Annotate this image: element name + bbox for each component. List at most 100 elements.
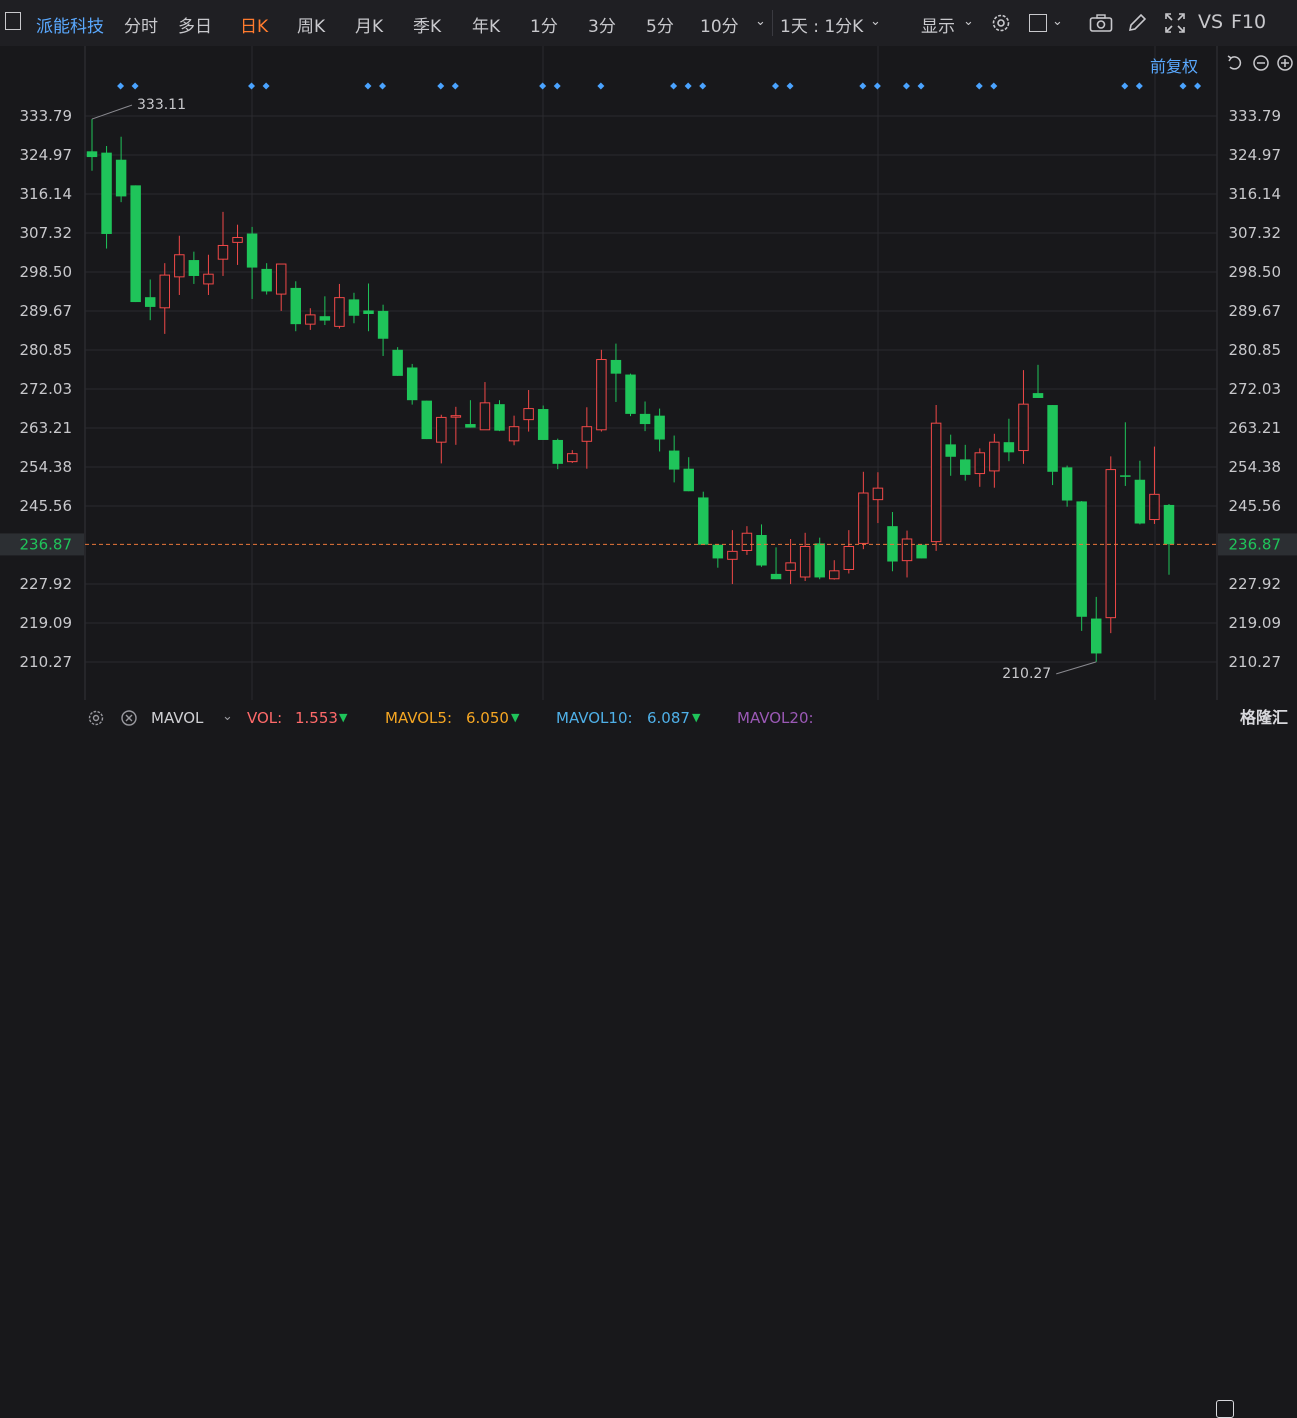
candle-body-down [1134,479,1146,524]
candle-body-down [625,374,636,414]
candle-body-up [203,273,214,285]
ma5-label: MAVOL5: [385,709,453,727]
chevron-down-icon[interactable]: ⌄ [963,14,974,29]
close-icon[interactable] [120,709,138,727]
chart-toolbar: 派能科技 分时 多日 日K 周K 月K 季K 年K 1分 3分 5分 10分 ⌄… [0,0,1297,47]
candle-body-down [1061,467,1073,501]
candle-body-down [246,233,258,268]
candle-body-up [479,402,491,431]
y-tick-label-left: 324.97 [20,146,73,164]
arrow-down-icon: ▼ [692,711,701,724]
candle-body-up [974,452,986,475]
candle-body-down [290,287,301,325]
vol-value: 1.553 [295,709,338,727]
y-tick-label-left: 254.38 [20,458,73,476]
candle-body-down [1163,504,1175,545]
ma10-value: 6.087 [647,709,690,727]
y-tick-label-left: 245.56 [20,497,73,515]
candle-body-up [1018,403,1029,452]
candle-body-down [494,404,505,431]
candle-body-down [1047,405,1058,472]
square-icon[interactable] [1029,14,1047,32]
max-price-label: 333.11 [137,97,186,113]
candle-body-up [1105,469,1117,619]
candle-body-down [188,260,200,276]
tab-10min[interactable]: 10分 [700,12,739,37]
fullscreen-icon[interactable] [1164,12,1186,34]
tab-3min[interactable]: 3分 [588,12,616,37]
tab-monthly-k[interactable]: 月K [355,12,383,37]
arrow-down-icon: ▼ [511,711,520,724]
tab-daily-k[interactable]: 日K [240,12,268,37]
candle-body-down [101,152,112,234]
chevron-down-icon[interactable]: ⌄ [222,709,233,724]
stock-name[interactable]: 派能科技 [36,12,104,37]
candle-body-up [567,453,578,463]
chevron-down-icon[interactable]: ⌄ [870,14,881,29]
panel-toggle-icon[interactable] [5,12,21,30]
undo-icon[interactable] [1226,54,1244,72]
adjust-select[interactable]: 前复权 [1150,53,1198,77]
candle-body-down [756,535,767,566]
candle-body-up [1149,493,1160,521]
vs-button[interactable]: VS [1198,11,1223,33]
tab-weekly-k[interactable]: 周K [297,12,325,37]
pencil-icon[interactable] [1126,12,1148,34]
zoom-in-icon[interactable] [1276,54,1294,72]
candle-body-up [596,359,607,431]
zoom-out-icon[interactable] [1252,54,1270,72]
y-tick-label-left: 333.79 [20,107,73,125]
y-tick-label-left: 263.21 [20,419,73,437]
gear-icon[interactable] [990,12,1012,34]
display-menu[interactable]: 显示 [921,12,955,37]
y-tick-label-right: 316.14 [1229,185,1282,203]
candle-body-down [916,544,927,559]
candle-body-down [86,151,98,158]
candle-body-up [508,426,520,442]
candle-body-up [275,263,287,295]
y-tick-label-right: 219.09 [1229,614,1282,632]
candle-body-down [465,424,476,428]
y-tick-label-right: 263.21 [1229,419,1282,437]
candlestick-chart[interactable]: 333.79 333.79 324.97 324.97 316.14 316.14 307.… [0,46,1297,700]
y-tick-label-left: 289.67 [20,302,73,320]
candle-body-down [639,413,651,425]
candle-body-down [1120,475,1131,477]
y-tick-label-right: 272.03 [1229,380,1282,398]
candle-body-up [799,545,811,578]
candle-body-up [930,422,942,543]
period-select[interactable]: 1天 : 1分K [780,12,863,37]
tab-timeshare[interactable]: 分时 [124,12,158,37]
candle-body-down [1032,393,1044,398]
y-tick-label-right: 210.27 [1229,653,1282,671]
divider [772,10,773,36]
candle-body-down [363,310,374,314]
y-tick-label-right: 245.56 [1229,497,1282,515]
candle-body-down [406,367,418,401]
y-tick-label-right: 298.50 [1229,263,1282,281]
candle-body-up [217,244,229,260]
tab-multi-day[interactable]: 多日 [178,12,212,37]
candle-body-down [144,297,156,307]
candle-body-down [668,450,680,470]
tab-1min[interactable]: 1分 [530,12,558,37]
chevron-down-icon[interactable]: ⌄ [1052,14,1063,29]
candle-body-up [727,550,738,560]
candle-body-up [159,274,171,309]
candle-body-up [523,408,534,421]
tab-yearly-k[interactable]: 年K [472,12,500,37]
tab-5min[interactable]: 5分 [646,12,674,37]
candle-body-down [552,439,563,464]
candle-body-down [814,543,825,578]
camera-icon[interactable] [1089,13,1113,33]
gear-icon[interactable] [87,709,105,727]
candle-body-up [741,532,753,551]
candle-body-down [887,526,898,562]
candle-body-down [1090,618,1102,654]
indicator-name[interactable]: MAVOL [151,709,203,727]
chevron-down-icon[interactable]: ⌄ [755,14,766,29]
arrow-down-icon: ▼ [339,711,348,724]
candle-body-up [232,237,243,243]
tab-quarterly-k[interactable]: 季K [413,12,441,37]
f10-button[interactable]: F10 [1231,11,1266,33]
